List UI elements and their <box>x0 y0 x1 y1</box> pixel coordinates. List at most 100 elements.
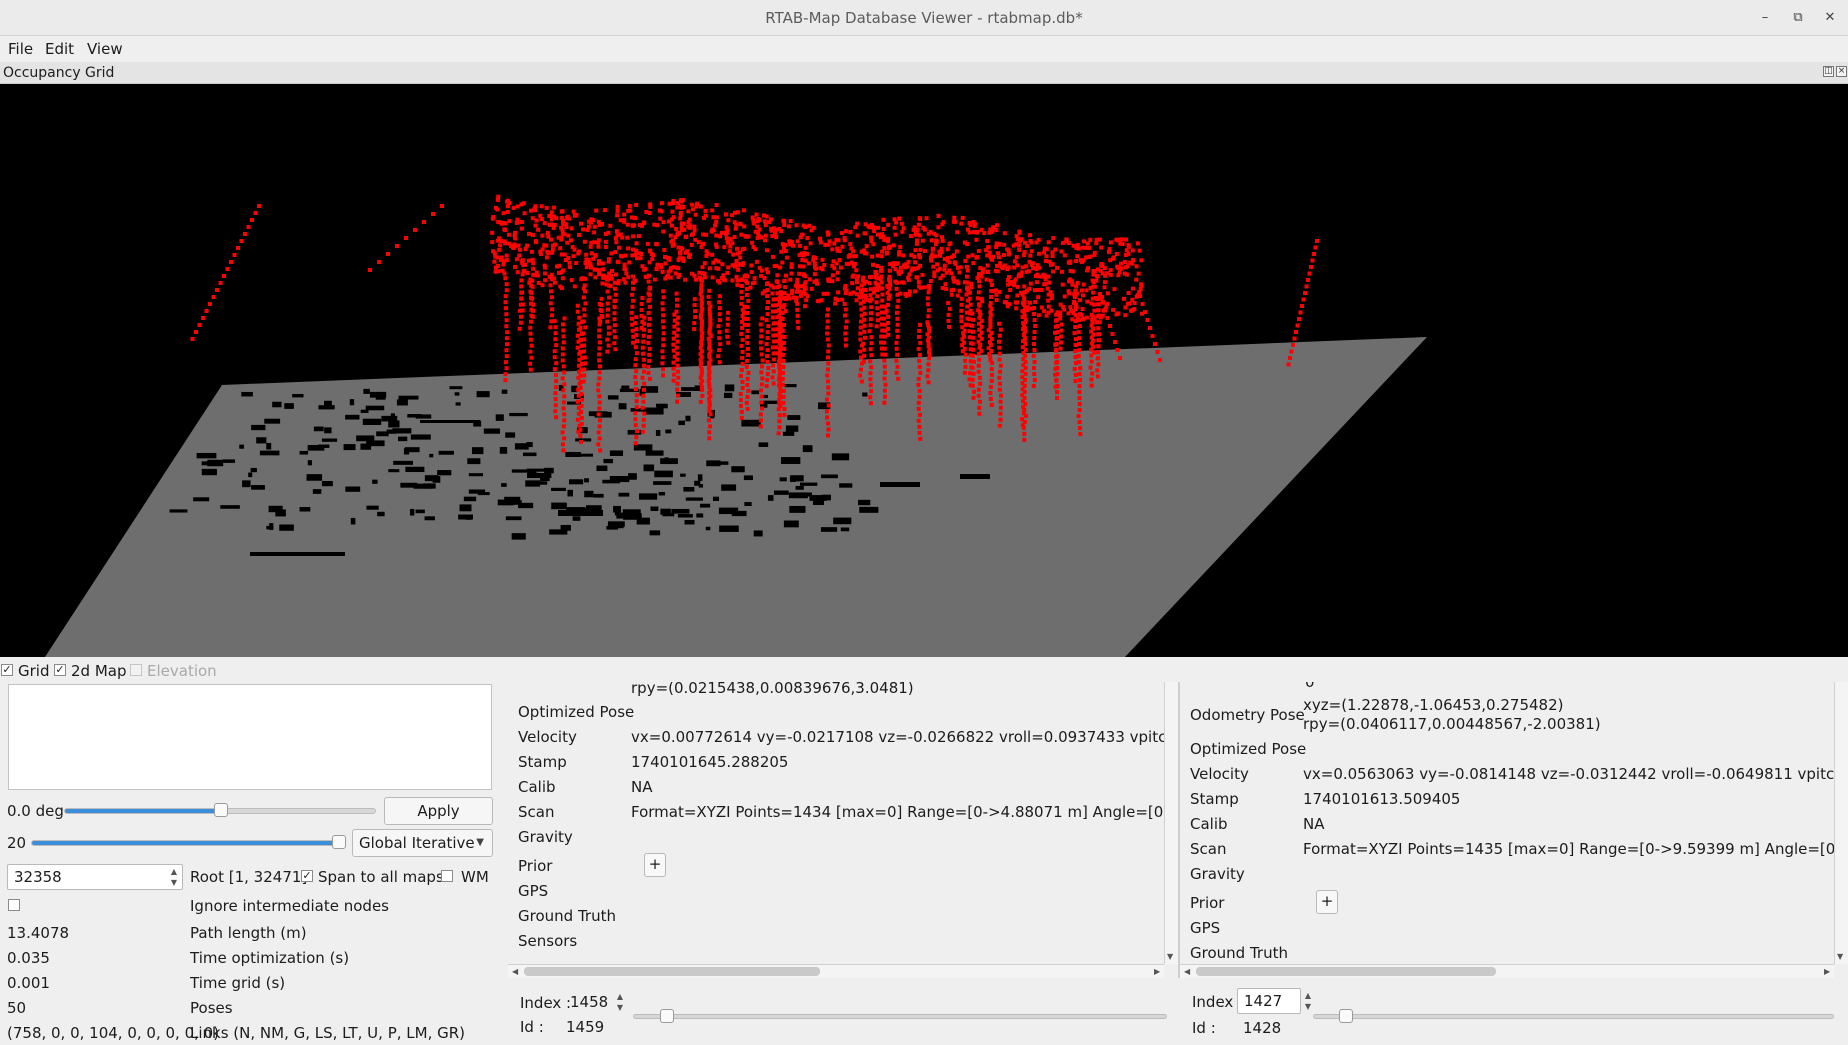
cloud-point <box>690 207 695 212</box>
obstacle-cell <box>279 524 294 531</box>
restore-icon[interactable]: ⧉ <box>1788 8 1808 28</box>
index-value-left: 1458 <box>570 993 609 1011</box>
cloud-point <box>898 265 903 270</box>
cloud-point <box>1122 296 1127 301</box>
add-prior-button[interactable]: + <box>644 853 666 877</box>
cloud-point <box>493 254 498 259</box>
minimize-icon[interactable]: – <box>1755 8 1775 28</box>
menu-edit[interactable]: Edit <box>45 40 74 58</box>
close-icon[interactable]: ✕ <box>1820 8 1840 28</box>
cloud-point <box>708 388 713 393</box>
obstacle-cell <box>639 493 658 500</box>
add-prior-button[interactable]: + <box>1316 890 1338 914</box>
cloud-point <box>630 328 635 333</box>
cloud-point <box>708 394 713 399</box>
map2d-label: 2d Map <box>71 662 127 680</box>
horizontal-scrollbar-left[interactable]: ◀ ▶ <box>508 964 1164 978</box>
obstacle-cell <box>499 446 508 454</box>
index-spinbox-right[interactable]: 1427 ▲ ▼ <box>1237 988 1311 1014</box>
vertical-scrollbar-left[interactable]: ▼ <box>1164 682 1178 964</box>
cloud-point <box>1116 273 1121 278</box>
obstacle-cell <box>627 429 642 435</box>
cloud-point <box>1073 343 1078 348</box>
vertical-scrollbar-right[interactable]: ▼ <box>1834 682 1848 964</box>
info-label: Prior <box>518 857 553 875</box>
cloud-point <box>776 226 781 231</box>
ignore-intermediate-checkbox[interactable] <box>8 899 20 911</box>
scroll-right-icon[interactable]: ▶ <box>1154 967 1160 976</box>
cloud-point <box>1024 269 1029 274</box>
span-all-maps-checkbox[interactable]: ✓ <box>301 870 313 882</box>
cloud-point <box>776 308 781 313</box>
cloud-point <box>765 348 770 353</box>
cloud-point <box>1008 287 1013 292</box>
cloud-point <box>693 315 698 320</box>
cloud-point <box>1100 300 1105 304</box>
obstacle-cell <box>614 512 620 516</box>
cloud-point <box>738 255 743 260</box>
elevation-checkbox[interactable] <box>130 664 142 676</box>
cloud-point <box>687 217 692 222</box>
map2d-checkbox[interactable]: ✓ <box>54 664 66 676</box>
cloud-point <box>706 300 711 305</box>
wm-checkbox[interactable] <box>441 870 453 882</box>
graph-list-area[interactable] <box>8 684 492 790</box>
cloud-point <box>707 418 712 423</box>
cloud-point <box>661 337 666 342</box>
scroll-left-icon[interactable]: ◀ <box>512 967 518 976</box>
obstacle-cell <box>665 429 672 434</box>
rotation-slider[interactable] <box>64 803 376 817</box>
spin-arrows-icon[interactable]: ▲ ▼ <box>1302 990 1314 1012</box>
cloud-point <box>618 218 623 223</box>
index-slider-left[interactable] <box>633 1009 1167 1023</box>
menu-file[interactable]: File <box>8 40 33 58</box>
scroll-left-icon[interactable]: ◀ <box>1184 967 1190 976</box>
float-dock-icon[interactable]: ◫ <box>1823 66 1834 77</box>
scrollbar-thumb[interactable] <box>1196 967 1496 976</box>
apply-rotation-button[interactable]: Apply Rotation <box>384 797 493 846</box>
spin-arrows-icon[interactable]: ▲ ▼ <box>614 991 626 1013</box>
index-spinbox-left[interactable]: 1458 ▲ ▼ <box>563 989 629 1015</box>
node-id-spinbox[interactable]: 32358 ▲ ▼ <box>7 864 183 890</box>
cloud-point <box>750 240 755 245</box>
cloud-point <box>1058 346 1063 351</box>
cloud-point <box>624 271 629 276</box>
cloud-point <box>976 369 981 374</box>
menu-view[interactable]: View <box>87 40 123 58</box>
spin-arrows-icon[interactable]: ▲ ▼ <box>168 866 180 888</box>
cloud-point <box>600 281 605 286</box>
horizontal-scrollbar-right[interactable]: ◀ ▶ <box>1180 964 1834 978</box>
cloud-point <box>780 260 785 265</box>
scroll-down-icon[interactable]: ▼ <box>1167 952 1173 961</box>
index-slider-right[interactable] <box>1313 1009 1834 1023</box>
iterations-slider[interactable] <box>31 835 346 849</box>
cloud-point <box>868 299 873 304</box>
obstacle-cell <box>438 450 454 455</box>
cloud-point <box>781 394 786 399</box>
cloud-point <box>862 347 867 352</box>
optimizer-select[interactable]: Global Iterative ▼ <box>352 829 493 857</box>
scrollbar-thumb[interactable] <box>524 967 820 976</box>
cloud-point <box>960 215 965 220</box>
cloud-point <box>994 298 999 303</box>
scroll-down-icon[interactable]: ▼ <box>1837 952 1843 961</box>
close-dock-icon[interactable]: × <box>1836 66 1847 77</box>
cloud-point <box>581 319 586 324</box>
cloud-point <box>964 286 969 291</box>
occupancy-grid-3d-view[interactable] <box>0 84 1848 657</box>
cloud-point <box>798 235 803 240</box>
cloud-point <box>1070 282 1075 287</box>
cloud-point <box>971 219 976 224</box>
cloud-point <box>578 337 583 342</box>
cloud-point <box>707 346 712 351</box>
grid-checkbox[interactable]: ✓ <box>1 664 13 676</box>
cloud-point <box>770 309 775 314</box>
cloud-point <box>1310 258 1315 263</box>
obstacle-cell <box>501 389 508 394</box>
scroll-right-icon[interactable]: ▶ <box>1824 967 1830 976</box>
cloud-point <box>1055 390 1060 395</box>
cloud-point <box>959 302 964 307</box>
cloud-point <box>582 367 587 372</box>
cloud-point <box>757 227 762 232</box>
obstacle-cell <box>706 460 721 467</box>
